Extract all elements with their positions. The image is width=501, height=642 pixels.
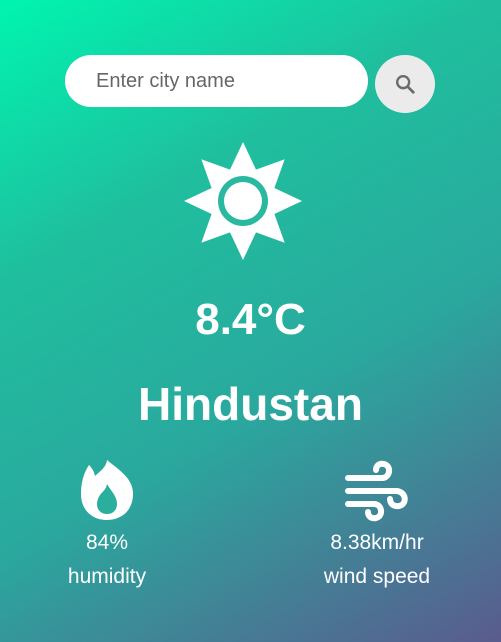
sun-icon: [180, 138, 306, 264]
temperature-value: 8.4°C: [195, 295, 306, 344]
wind-speed-label: wind speed: [323, 565, 431, 588]
search-bar: [65, 55, 436, 113]
search-button[interactable]: [375, 55, 435, 113]
humidity-value: 84%: [85, 531, 129, 554]
city-search-input[interactable]: [65, 55, 368, 107]
humidity-icon: [81, 460, 133, 520]
humidity-label: humidity: [67, 565, 147, 588]
wind-speed-value: 8.38km/hr: [330, 531, 424, 554]
search-icon: [396, 75, 415, 94]
humidity-stat: 84% humidity: [37, 458, 177, 592]
city-name: Hindustan: [138, 378, 363, 430]
weather-card: 8.4°C Hindustan 84% humidity 8.38km/hr w…: [0, 0, 501, 642]
wind-stat: 8.38km/hr wind speed: [296, 458, 458, 592]
wind-icon: [345, 460, 408, 522]
